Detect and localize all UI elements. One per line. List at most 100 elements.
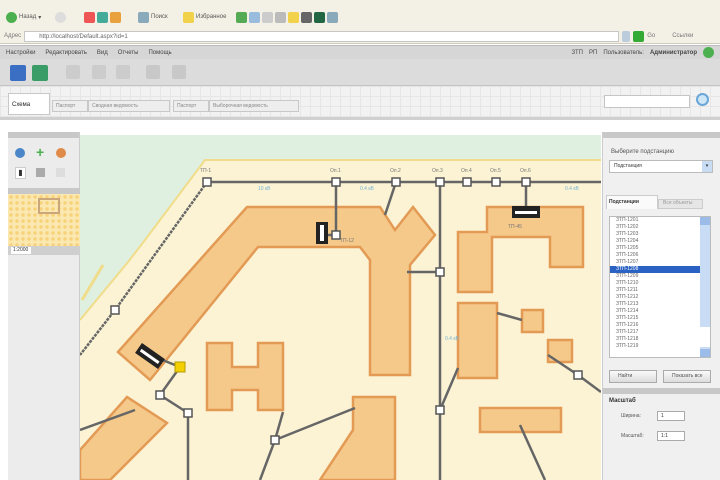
find-button[interactable]: Найти [609, 370, 657, 383]
pole-node [521, 177, 531, 187]
list-item[interactable]: ЗТП-1219 [610, 343, 700, 350]
plus-icon[interactable]: + [36, 145, 44, 159]
building [456, 301, 499, 380]
list-item[interactable]: ЗТП-1202 [610, 224, 700, 231]
pole-node [331, 177, 341, 187]
menu-settings[interactable]: Настройки [6, 50, 35, 56]
paste-icon[interactable] [92, 65, 106, 79]
add-icon[interactable] [32, 65, 48, 81]
stop-icon[interactable] [84, 11, 95, 23]
list-item[interactable]: ЗТП-1212 [610, 294, 700, 301]
scale-field[interactable]: 1:1 [657, 431, 685, 441]
node-label: ТП-45 [508, 224, 522, 230]
list-item[interactable]: ЗТП-1205 [610, 245, 700, 252]
list-item[interactable]: ЗТП-1213 [610, 301, 700, 308]
copy-icon[interactable] [66, 65, 80, 79]
refresh-icon[interactable] [97, 11, 108, 23]
list-item[interactable]: ЗТП-1206 [610, 252, 700, 259]
zoom-icon[interactable] [15, 148, 25, 158]
map-canvas[interactable]: ТП-1 Оп.1 Оп.2 Оп.3 Оп.4 Оп.5 Оп.6 ТП-12… [80, 135, 601, 480]
back-button[interactable]: Назад ▾ [6, 10, 41, 24]
menu-reports[interactable]: Отчеты [118, 50, 139, 56]
go-icon[interactable] [633, 30, 645, 42]
favorites-button[interactable]: Избранное [183, 10, 226, 24]
show-all-button[interactable]: Показать все [663, 370, 711, 383]
list-item[interactable]: ЗТП-1216 [610, 322, 700, 329]
tab-selective[interactable]: Выборочная ведомость [209, 100, 299, 112]
go-button[interactable]: Go [647, 33, 655, 39]
minimap[interactable] [8, 194, 80, 246]
save-icon[interactable] [10, 65, 26, 81]
address-bar: Адрес http://localhost/Default.aspx?id=1… [0, 30, 720, 42]
research-icon[interactable] [327, 11, 338, 23]
pointer-icon[interactable]: ▮ [15, 167, 26, 179]
menu-view[interactable]: Вид [97, 50, 108, 56]
menu-edit[interactable]: Редактировать [45, 50, 86, 56]
app-menu-bar: Настройки Редактировать Вид Отчеты Помощ… [0, 45, 720, 59]
discuss-icon[interactable] [301, 11, 312, 23]
search-icon [138, 11, 149, 23]
tab-substations[interactable]: Подстанции [606, 195, 658, 209]
pole-node [491, 177, 501, 187]
substation-select[interactable]: Подстанция ▾ [609, 160, 713, 173]
node-label: Оп.4 [461, 168, 472, 174]
browser-toolbar: Назад ▾ Поиск Избранное Адрес http://loc… [0, 0, 720, 44]
list-item[interactable]: ЗТП-1215 [610, 315, 700, 322]
list-item[interactable]: ЗТП-1208 [610, 266, 700, 273]
search-icon[interactable] [696, 93, 709, 106]
list-item[interactable]: ЗТП-1209 [610, 273, 700, 280]
network-map[interactable]: ТП-1 Оп.1 Оп.2 Оп.3 Оп.4 Оп.5 Оп.6 ТП-12… [80, 135, 601, 480]
pole-node [573, 370, 583, 380]
address-input[interactable]: http://localhost/Default.aspx?id=1 [24, 30, 620, 42]
field-label: Ширина: [621, 413, 641, 419]
search-button[interactable]: Поиск [138, 10, 168, 24]
list-item[interactable]: ЗТП-1210 [610, 280, 700, 287]
delete-icon[interactable] [116, 65, 130, 79]
link-icon[interactable] [146, 65, 160, 79]
list-item[interactable]: ЗТП-1211 [610, 287, 700, 294]
feeder-label: 10 кВ [258, 186, 271, 192]
tab-passport[interactable]: Паспорт [52, 100, 88, 112]
history-icon[interactable] [249, 11, 260, 23]
node-label: ТП-1 [200, 168, 211, 174]
field-label: Масштаб: [621, 433, 644, 439]
tab-all-objects[interactable]: Все объекты [658, 199, 703, 209]
messenger-icon[interactable] [314, 11, 325, 23]
list-item[interactable]: ЗТП-1214 [610, 308, 700, 315]
dropdown-icon[interactable] [622, 30, 631, 42]
tab-summary[interactable]: Сводная ведомость [88, 100, 170, 112]
node-label: Оп.6 [520, 168, 531, 174]
tab-passport-2[interactable]: Паспорт [173, 100, 209, 112]
unlink-icon[interactable] [172, 65, 186, 79]
media-icon[interactable] [236, 11, 247, 23]
tab-scheme[interactable]: Схема [8, 93, 50, 115]
logout-icon[interactable] [703, 47, 714, 58]
mail-icon[interactable] [262, 11, 273, 23]
forward-icon[interactable] [55, 11, 66, 23]
list-item[interactable]: ЗТП-1201 [610, 217, 700, 224]
list-item[interactable]: ЗТП-1207 [610, 259, 700, 266]
list-item[interactable]: ЗТП-1203 [610, 231, 700, 238]
print-icon[interactable] [275, 11, 286, 23]
width-field[interactable]: 1 [657, 411, 685, 421]
list-item[interactable]: ЗТП-1204 [610, 238, 700, 245]
menu-help[interactable]: Помощь [148, 50, 171, 56]
list-item[interactable]: ЗТП-1217 [610, 329, 700, 336]
pole-node [270, 435, 280, 445]
list-item[interactable]: ЗТП-1218 [610, 336, 700, 343]
select-icon[interactable] [36, 168, 45, 177]
list-scrollbar[interactable] [700, 217, 710, 357]
search-input[interactable] [604, 95, 690, 108]
pole-node [183, 408, 193, 418]
edit-icon[interactable] [288, 11, 299, 23]
user-label: Пользователь: [603, 49, 644, 56]
home-icon[interactable] [110, 11, 121, 23]
links-button[interactable]: Ссылки [672, 33, 693, 39]
substation-list[interactable]: ЗТП-1201 ЗТП-1202 ЗТП-1203 ЗТП-1204 ЗТП-1205… [609, 216, 711, 358]
pan-icon[interactable] [56, 148, 66, 158]
selected-node[interactable] [174, 361, 186, 373]
node-label: Оп.5 [490, 168, 501, 174]
minimap-viewport[interactable] [38, 198, 60, 214]
chevron-down-icon[interactable]: ▾ [702, 161, 712, 172]
clear-icon[interactable] [56, 168, 65, 177]
